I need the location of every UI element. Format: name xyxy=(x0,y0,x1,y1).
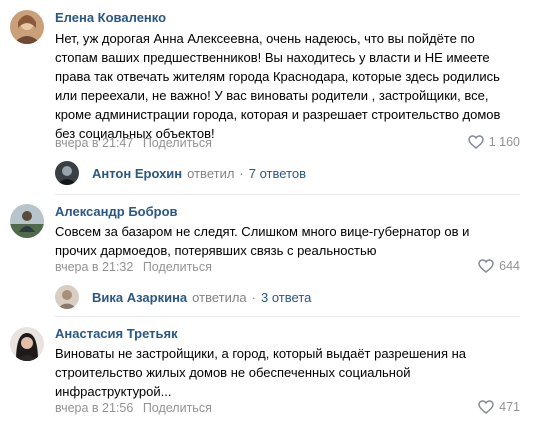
comment-time[interactable]: вчера в 21:32 xyxy=(55,260,133,274)
comment-text: Совсем за базаром не следят. Слишком мно… xyxy=(55,222,525,260)
reply-thread[interactable]: Антон Ерохин ответил · 7 ответов xyxy=(55,160,306,186)
comment-time[interactable]: вчера в 21:56 xyxy=(55,401,133,415)
avatar xyxy=(55,285,79,309)
comment-meta: вчера в 21:32 Поделиться xyxy=(55,260,212,274)
thread-verb: ответила xyxy=(192,289,247,305)
comment-time[interactable]: вчера в 21:47 xyxy=(55,136,133,150)
comment-text-line: Нет, уж дорогая Анна Алексеевна, очень н… xyxy=(55,31,475,46)
thread-verb: ответил xyxy=(187,165,235,181)
comment-text-line: строительство жилых домов не обеспеченны… xyxy=(55,365,411,380)
comment-text-line: инфраструктурой... xyxy=(55,384,172,399)
comment-text-line: или переехали, не важно! У вас виноваты … xyxy=(55,88,489,103)
thread-replies-link[interactable]: 7 ответов xyxy=(249,166,306,181)
comment-meta: вчера в 21:56 Поделиться xyxy=(55,401,212,415)
thread-separator: · xyxy=(239,165,244,181)
comment-text: Нет, уж дорогая Анна Алексеевна, очень н… xyxy=(55,29,525,143)
share-button[interactable]: Поделиться xyxy=(143,136,212,150)
thread-author[interactable]: Антон Ерохин xyxy=(92,166,182,181)
comment-author[interactable]: Анастасия Третьяк xyxy=(55,326,178,341)
comment-3: Анастасия Третьяк Виноваты не застройщик… xyxy=(0,317,535,421)
comment-1: Елена Коваленко Нет, уж дорогая Анна Але… xyxy=(0,0,535,190)
share-button[interactable]: Поделиться xyxy=(143,260,212,274)
comment-author[interactable]: Елена Коваленко xyxy=(55,10,166,25)
avatar[interactable] xyxy=(10,204,44,238)
comment-text-line: права так отвечать жителям города Красно… xyxy=(55,69,500,84)
heart-icon xyxy=(478,259,494,273)
comment-text-line: прочих дармоедов, потерявших связь с реа… xyxy=(55,243,377,258)
like-count: 644 xyxy=(499,259,520,273)
comment-author[interactable]: Александр Бобров xyxy=(55,204,178,219)
heart-icon xyxy=(467,135,484,149)
heart-icon xyxy=(478,400,494,414)
share-button[interactable]: Поделиться xyxy=(143,401,212,415)
reply-thread[interactable]: Вика Азаркина ответила · 3 ответа xyxy=(55,284,311,310)
comment-2: Александр Бобров Совсем за базаром не сл… xyxy=(0,195,535,310)
thread-separator: · xyxy=(251,289,257,305)
thread-replies-link[interactable]: 3 ответа xyxy=(261,290,311,305)
like-count: 1 160 xyxy=(488,135,520,149)
avatar[interactable] xyxy=(10,327,44,361)
avatar xyxy=(55,161,79,185)
comment-text: Виноваты не застройщики, а город, которы… xyxy=(55,344,525,401)
like-button[interactable]: 644 xyxy=(478,259,520,273)
comment-text-line: Виноваты не застройщики, а город, которы… xyxy=(55,346,467,361)
avatar[interactable] xyxy=(10,10,44,44)
thread-author[interactable]: Вика Азаркина xyxy=(92,290,187,305)
comment-text-line: стопам ваших предшественников! Вы находи… xyxy=(55,50,490,65)
like-button[interactable]: 471 xyxy=(478,400,520,414)
like-count: 471 xyxy=(499,400,520,414)
like-button[interactable]: 1 160 xyxy=(467,135,520,149)
comment-meta: вчера в 21:47 Поделиться xyxy=(55,136,212,150)
comment-text-line: Совсем за базаром не следят. Слишком мно… xyxy=(55,224,470,239)
comment-text-line: кроме администрации города, которая и ра… xyxy=(55,107,501,122)
